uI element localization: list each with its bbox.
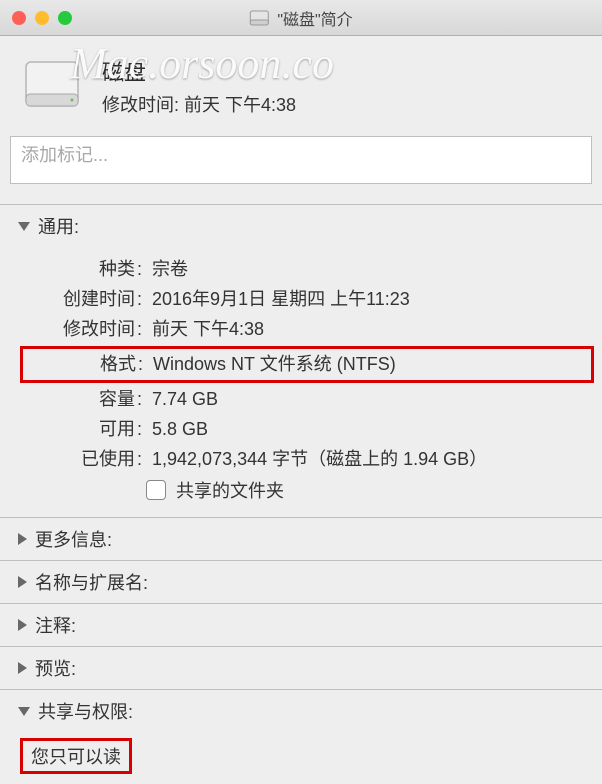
section-name-ext-title: 名称与扩展名: xyxy=(35,569,148,595)
kind-label: 种类 xyxy=(0,256,135,283)
section-more-info-title: 更多信息: xyxy=(35,526,112,552)
section-sharing-header[interactable]: 共享与权限: xyxy=(0,690,602,732)
section-general-body: 种类 : 宗卷 创建时间 : 2016年9月1日 星期四 上午11:23 修改时… xyxy=(0,247,602,517)
section-name-ext-header[interactable]: 名称与扩展名: xyxy=(0,561,602,603)
row-created: 创建时间 : 2016年9月1日 星期四 上午11:23 xyxy=(0,286,602,313)
drive-icon xyxy=(249,8,269,28)
permission-text: 您只可以读 xyxy=(31,747,121,767)
format-value: Windows NT 文件系统 (NTFS) xyxy=(153,351,396,378)
titlebar-title-group: "磁盘"简介 xyxy=(249,6,352,30)
modified-summary: 修改时间: 前天 下午4:38 xyxy=(102,91,296,117)
drive-name: 磁盘 xyxy=(102,55,296,87)
section-name-ext: 名称与扩展名: xyxy=(0,560,602,603)
row-modified: 修改时间 : 前天 下午4:38 xyxy=(0,316,602,343)
section-preview: 预览: xyxy=(0,646,602,689)
capacity-value: 7.74 GB xyxy=(152,386,218,413)
created-label: 创建时间 xyxy=(0,286,135,313)
info-header-text: 磁盘 修改时间: 前天 下午4:38 xyxy=(102,55,296,117)
window-title: "磁盘"简介 xyxy=(277,6,352,30)
tags-field[interactable] xyxy=(10,136,592,184)
disclosure-triangle-right-icon xyxy=(18,533,27,545)
info-header: 磁盘 修改时间: 前天 下午4:38 xyxy=(0,36,602,126)
used-value: 1,942,073,344 字节（磁盘上的 1.94 GB） xyxy=(152,446,487,473)
kind-value: 宗卷 xyxy=(152,256,188,283)
window-titlebar: "磁盘"简介 xyxy=(0,0,602,36)
section-comments: 注释: xyxy=(0,603,602,646)
minimize-window-button[interactable] xyxy=(35,11,49,25)
section-general-header[interactable]: 通用: xyxy=(0,205,602,247)
disclosure-triangle-right-icon xyxy=(18,619,27,631)
section-comments-header[interactable]: 注释: xyxy=(0,604,602,646)
row-format: 格式 : Windows NT 文件系统 (NTFS) xyxy=(23,351,591,378)
row-capacity: 容量 : 7.74 GB xyxy=(0,386,602,413)
modified-value: 前天 下午4:38 xyxy=(152,316,264,343)
section-more-info: 更多信息: xyxy=(0,517,602,560)
disclosure-triangle-down-icon xyxy=(18,222,30,231)
format-label: 格式 xyxy=(23,351,136,378)
row-used: 已使用 : 1,942,073,344 字节（磁盘上的 1.94 GB） xyxy=(0,446,602,473)
traffic-lights xyxy=(12,11,72,25)
zoom-window-button[interactable] xyxy=(58,11,72,25)
section-sharing-body: 您只可以读 xyxy=(0,732,602,784)
shared-folder-label: 共享的文件夹 xyxy=(176,477,284,503)
used-label: 已使用 xyxy=(0,446,135,473)
available-label: 可用 xyxy=(0,416,135,443)
available-value: 5.8 GB xyxy=(152,416,208,443)
section-general: 通用: 种类 : 宗卷 创建时间 : 2016年9月1日 星期四 上午11:23… xyxy=(0,204,602,517)
section-list: 通用: 种类 : 宗卷 创建时间 : 2016年9月1日 星期四 上午11:23… xyxy=(0,204,602,784)
section-preview-header[interactable]: 预览: xyxy=(0,647,602,689)
modified-value: 前天 下午4:38 xyxy=(184,95,296,115)
disclosure-triangle-right-icon xyxy=(18,576,27,588)
tags-input[interactable] xyxy=(21,145,581,166)
section-sharing: 共享与权限: 您只可以读 xyxy=(0,689,602,784)
row-shared-folder: 共享的文件夹 xyxy=(146,477,602,503)
section-more-info-header[interactable]: 更多信息: xyxy=(0,518,602,560)
drive-icon xyxy=(20,54,84,118)
section-sharing-title: 共享与权限: xyxy=(38,698,133,724)
row-kind: 种类 : 宗卷 xyxy=(0,256,602,283)
format-highlight-box: 格式 : Windows NT 文件系统 (NTFS) xyxy=(20,346,594,383)
permission-highlight-box: 您只可以读 xyxy=(20,738,132,774)
row-available: 可用 : 5.8 GB xyxy=(0,416,602,443)
disclosure-triangle-down-icon xyxy=(18,707,30,716)
modified-label: 修改时间 xyxy=(0,316,135,343)
capacity-label: 容量 xyxy=(0,386,135,413)
close-window-button[interactable] xyxy=(12,11,26,25)
created-value: 2016年9月1日 星期四 上午11:23 xyxy=(152,286,410,313)
disclosure-triangle-right-icon xyxy=(18,662,27,674)
section-general-title: 通用: xyxy=(38,213,79,239)
shared-folder-checkbox[interactable] xyxy=(146,480,166,500)
section-preview-title: 预览: xyxy=(35,655,76,681)
modified-label: 修改时间: xyxy=(102,95,179,115)
section-comments-title: 注释: xyxy=(35,612,76,638)
